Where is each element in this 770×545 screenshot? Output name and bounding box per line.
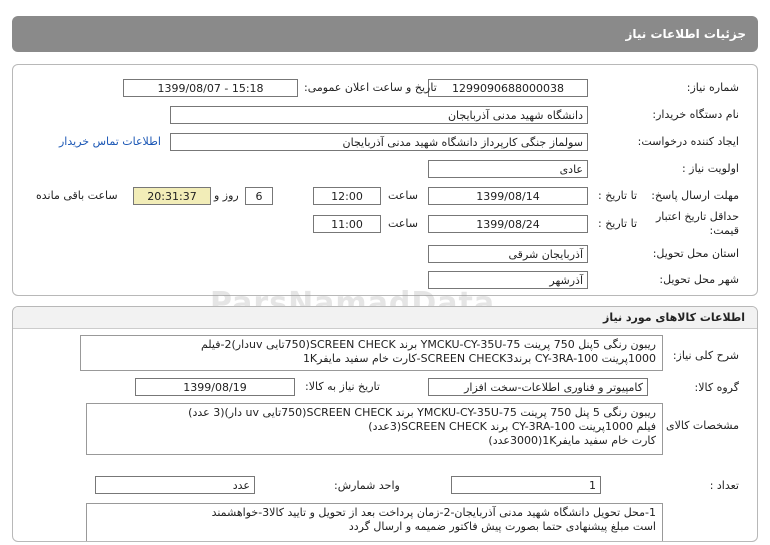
goods-group-field: کامپیوتر و فناوری اطلاعات-سخت افزار <box>428 378 648 396</box>
deadline-time-label: ساعت <box>388 189 418 202</box>
need-date-label: تاریخ نیاز به کالا: <box>305 380 380 393</box>
general-description-line-2: 1000پرینت CY-3RA-100 برندSCREEN CHECK3-ک… <box>302 352 656 365</box>
notes-field: 1-محل تحویل دانشگاه شهید مدنی آذربایجان-… <box>86 503 663 541</box>
quantity-label: تعداد : <box>709 479 739 492</box>
province-field: آذربایجان شرقی <box>428 245 588 263</box>
specs-line-1: ریبون رنگی 5 پنل 750 پرینت YMCKU-CY-35U-… <box>188 406 656 419</box>
validity-to-date-label: تا تاریخ : <box>598 217 637 230</box>
deadline-date-field: 1399/08/14 <box>428 187 588 205</box>
buyer-label: نام دستگاه خریدار: <box>652 108 739 121</box>
buyer-field: دانشگاه شهید مدنی آذربایجان <box>170 106 588 124</box>
priority-label: اولویت نیاز : <box>681 162 739 175</box>
province-label: استان محل تحویل: <box>652 247 739 260</box>
deadline-time-field: 12:00 <box>313 187 381 205</box>
buyer-contact-link[interactable]: اطلاعات تماس خریدار <box>59 135 161 148</box>
need-number-field: 1299090688000038 <box>428 79 588 97</box>
notes-line-1: 1-محل تحویل دانشگاه شهید مدنی آذربایجان-… <box>211 506 656 519</box>
price-validity-label-2: قیمت: <box>709 224 739 237</box>
goods-section-title: اطلاعات کالاهای مورد نیاز <box>13 307 757 329</box>
announce-datetime-field: 1399/08/07 - 15:18 <box>123 79 298 97</box>
specs-line-3: کارت خام سفید مایفر1K(3000عدد) <box>488 434 656 447</box>
goods-group-label: گروه کالا: <box>694 381 739 394</box>
need-date-field: 1399/08/19 <box>135 378 295 396</box>
deadline-to-date-label: تا تاریخ : <box>598 189 637 202</box>
price-validity-label-1: حداقل تاریخ اعتبار <box>655 210 739 223</box>
city-label: شهر محل تحویل: <box>659 273 739 286</box>
unit-label: واحد شمارش: <box>334 479 400 492</box>
deadline-label: مهلت ارسال پاسخ: <box>651 189 739 202</box>
requester-field: سولماز جنگی کارپرداز دانشگاه شهید مدنی آ… <box>170 133 588 151</box>
specs-field: ریبون رنگی 5 پنل 750 پرینت YMCKU-CY-35U-… <box>86 403 663 455</box>
general-description-line-1: ریبون رنگی 5پنل 750 پرینت YMCKU-CY-35U-7… <box>200 338 656 351</box>
days-label: روز و <box>214 189 239 202</box>
general-description-label: شرح کلی نیاز: <box>672 349 739 362</box>
general-description-field: ریبون رنگی 5پنل 750 پرینت YMCKU-CY-35U-7… <box>80 335 663 371</box>
remaining-time-field: 20:31:37 <box>133 187 211 205</box>
announce-datetime-label: تاریخ و ساعت اعلان عمومی: <box>304 81 437 94</box>
need-number-label: شماره نیاز: <box>686 81 739 94</box>
notes-line-2: است مبلغ پیشنهادی حتما بصورت پیش فاکتور … <box>348 520 656 533</box>
page-title: جزئیات اطلاعات نیاز <box>625 27 746 41</box>
need-info-panel: شماره نیاز: 1299090688000038 تاریخ و ساع… <box>12 64 758 296</box>
days-remaining-field: 6 <box>245 187 273 205</box>
requester-label: ایجاد کننده درخواست: <box>637 135 739 148</box>
quantity-field: 1 <box>451 476 601 494</box>
specs-line-2: فیلم 1000پرینت CY-3RA-100 برند SCREEN CH… <box>368 420 656 433</box>
goods-panel: اطلاعات کالاهای مورد نیاز شرح کلی نیاز: … <box>12 306 758 542</box>
validity-date-field: 1399/08/24 <box>428 215 588 233</box>
priority-field: عادی <box>428 160 588 178</box>
unit-field: عدد <box>95 476 255 494</box>
validity-time-field: 11:00 <box>313 215 381 233</box>
page-header: جزئیات اطلاعات نیاز <box>12 16 758 52</box>
validity-time-label: ساعت <box>388 217 418 230</box>
remaining-time-label: ساعت باقی مانده <box>36 189 118 202</box>
